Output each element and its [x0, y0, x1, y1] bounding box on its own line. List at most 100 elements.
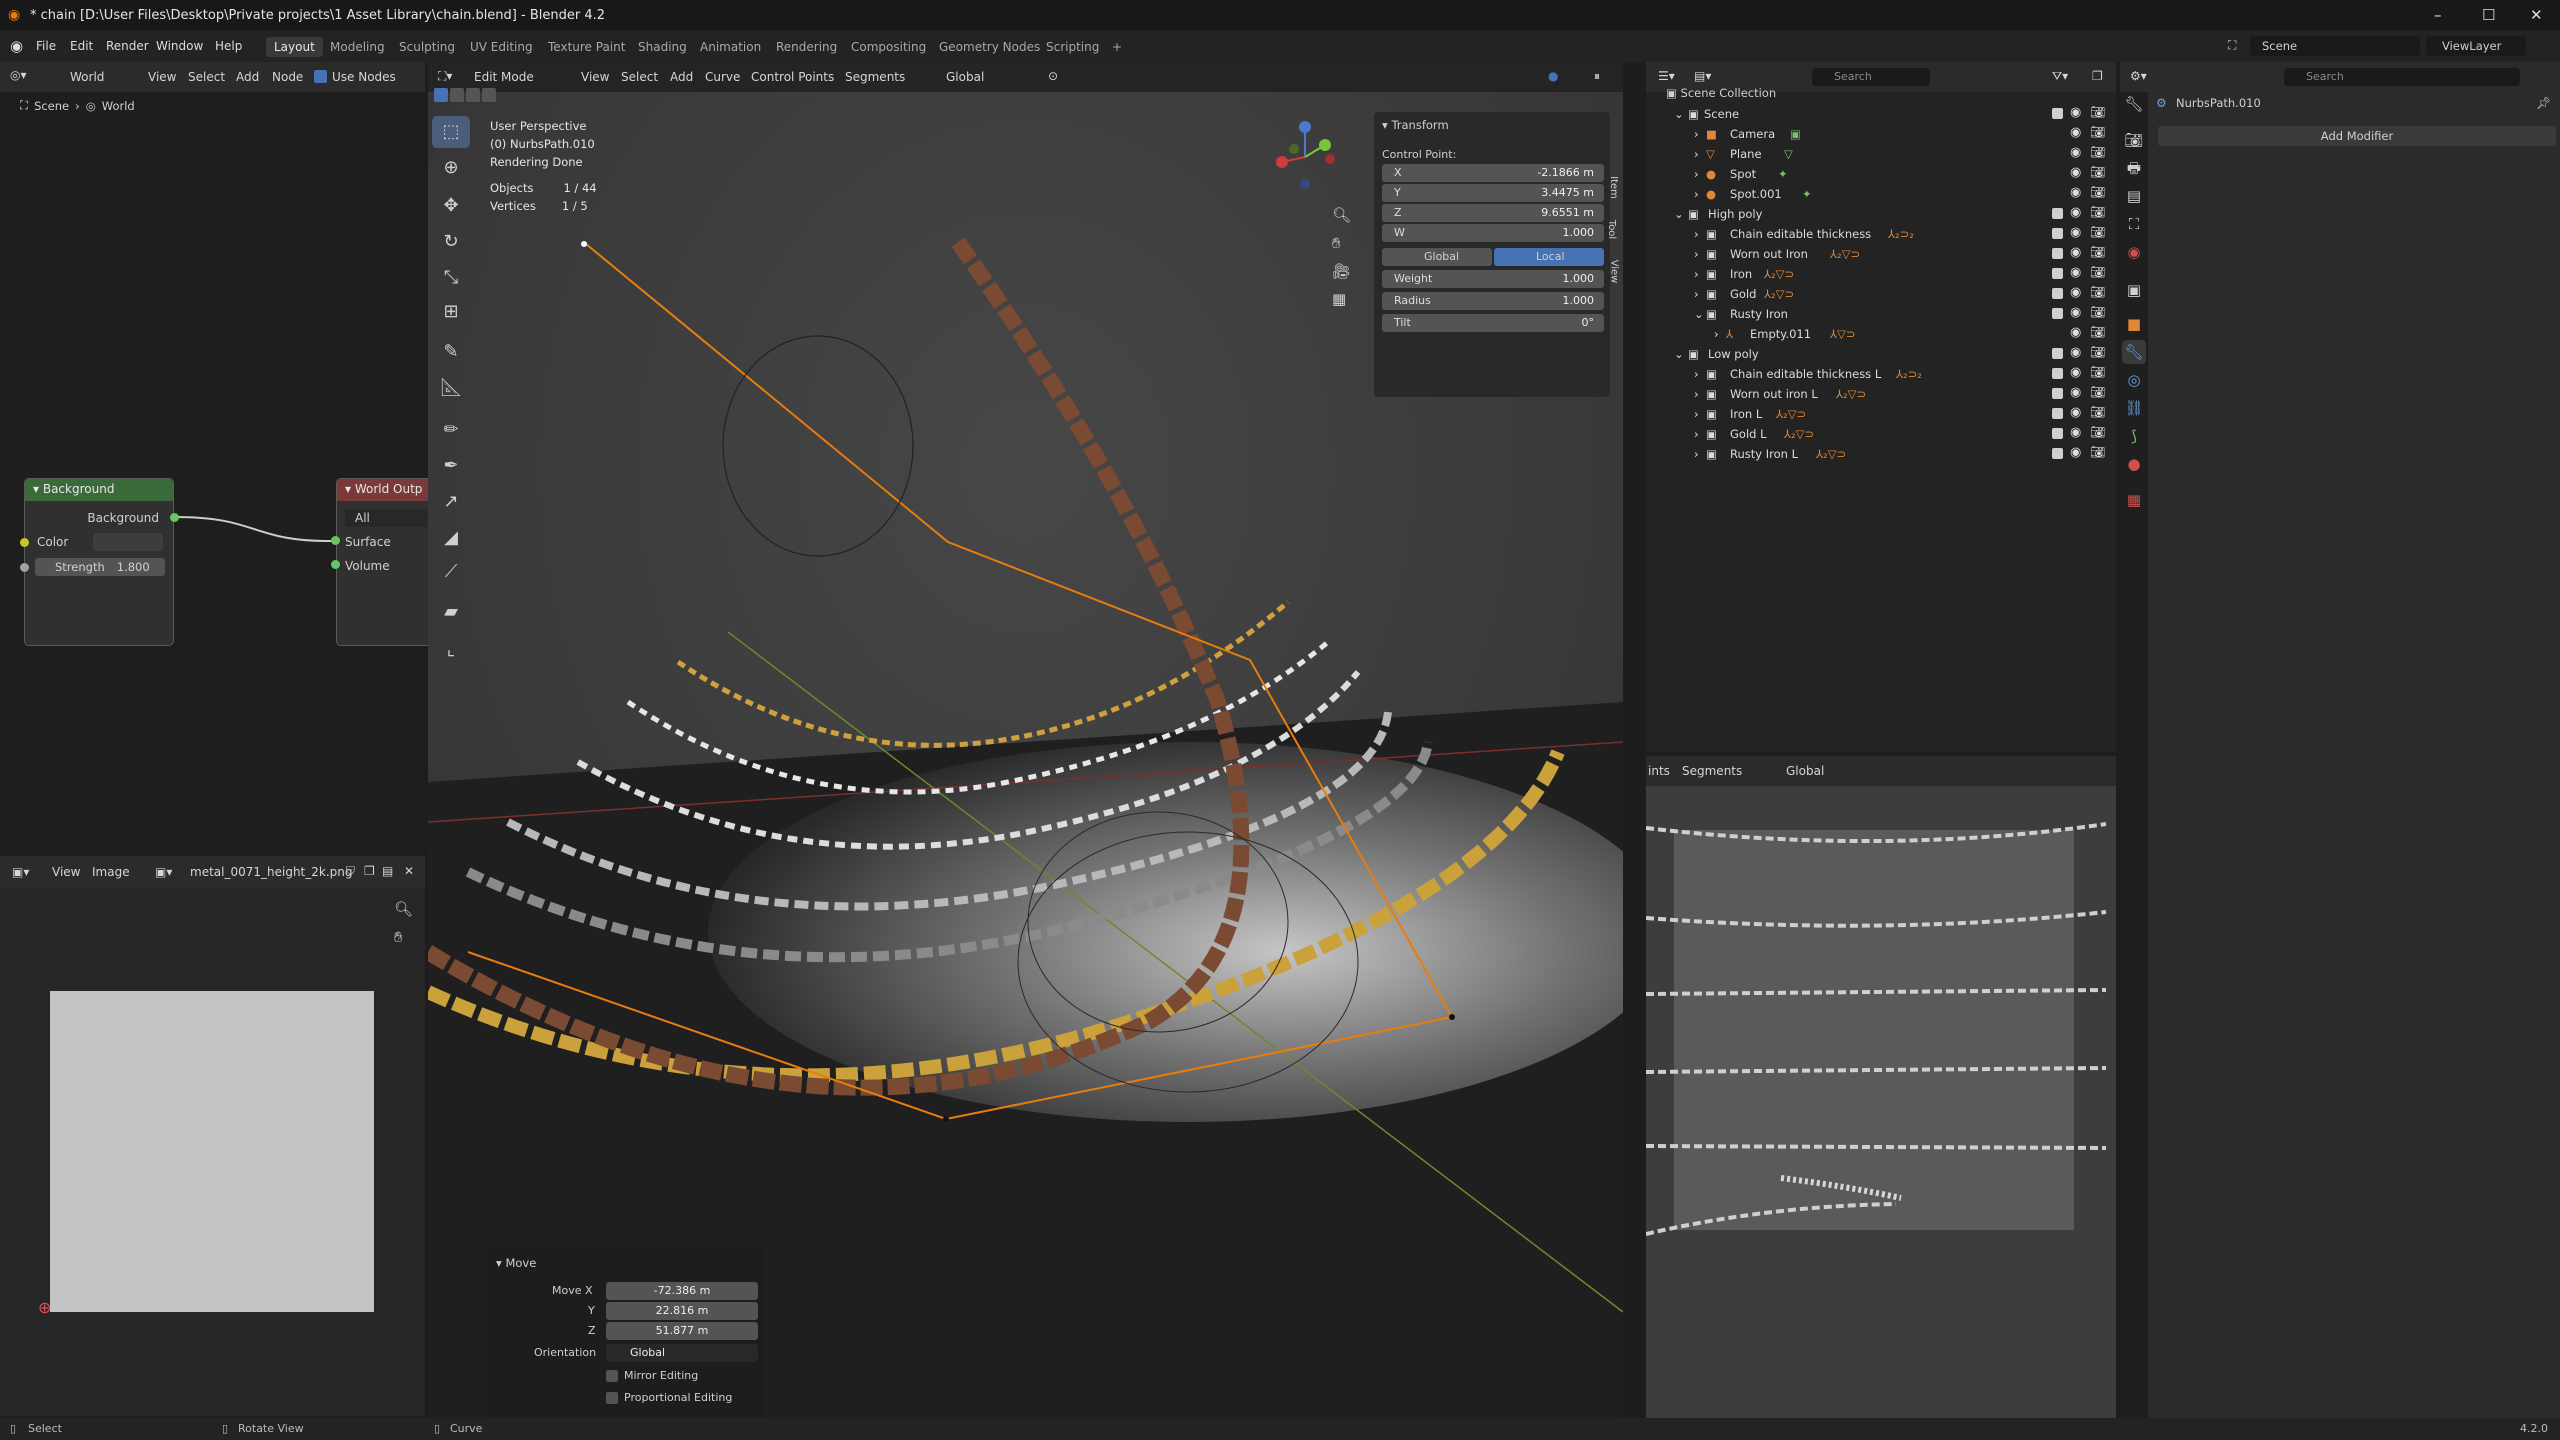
- add-modifier-button[interactable]: Add Modifier: [2158, 126, 2556, 146]
- chevron-right-icon[interactable]: ›: [1694, 367, 1699, 381]
- mode-dropdown[interactable]: Edit Mode: [474, 70, 534, 84]
- render-icon[interactable]: 📷︎: [2090, 145, 2105, 159]
- render-icon[interactable]: 📷︎: [2090, 445, 2105, 459]
- move-x-field[interactable]: -72.386 m: [606, 1282, 758, 1300]
- include-checkbox[interactable]: [2052, 108, 2063, 119]
- texture-tab-icon[interactable]: ▦: [2122, 488, 2146, 512]
- eye-icon[interactable]: ◉: [2070, 185, 2081, 200]
- menu-help[interactable]: Help: [215, 39, 242, 53]
- render-icon[interactable]: 📷︎: [2090, 185, 2105, 199]
- menu-file[interactable]: File: [36, 39, 56, 53]
- display-mode-icon[interactable]: ▤▾: [1694, 69, 1711, 83]
- chevron-right-icon[interactable]: ›: [1694, 427, 1699, 441]
- transform-tool[interactable]: ⊞: [432, 296, 470, 328]
- tool-tab-icon[interactable]: 🔧︎: [2122, 92, 2146, 116]
- editor-type-icon[interactable]: ⚙▾: [2130, 69, 2147, 83]
- tilt-field[interactable]: Tilt 0°: [1382, 314, 1604, 332]
- chevron-down-icon[interactable]: ⌄: [1674, 347, 1684, 361]
- outliner-row-empty-011[interactable]: › ⅄ Empty.011 ⅄▽⊃ ◉ 📷︎: [1660, 324, 2120, 344]
- eye-icon[interactable]: ◉: [2070, 385, 2081, 400]
- volume-socket[interactable]: [331, 560, 340, 569]
- weight-field[interactable]: Weight 1.000: [1382, 270, 1604, 288]
- shading-solid-icon[interactable]: ●: [1548, 69, 1558, 83]
- camera-view-icon[interactable]: 🎥︎: [1332, 262, 1351, 280]
- background-node[interactable]: ▾ Background Background Color Strength 1.…: [24, 478, 174, 646]
- tab-view[interactable]: View: [1608, 260, 1619, 284]
- pen-tool[interactable]: ✒: [432, 450, 470, 482]
- close-icon[interactable]: ✕: [404, 864, 414, 878]
- minimize-button[interactable]: –: [2434, 6, 2442, 24]
- render-icon[interactable]: 📷︎: [2090, 165, 2105, 179]
- chevron-right-icon[interactable]: ›: [1694, 387, 1699, 401]
- chevron-right-icon[interactable]: ›: [1714, 327, 1719, 341]
- image-editor[interactable]: ▣▾ View Image ▣▾ metal_0071_height_2k.pn…: [0, 856, 425, 1416]
- chevron-right-icon[interactable]: ›: [1694, 407, 1699, 421]
- eye-icon[interactable]: ◉: [2070, 105, 2081, 120]
- tab-animation[interactable]: Animation: [692, 37, 769, 57]
- eye-icon[interactable]: ◉: [2070, 345, 2081, 360]
- cursor-tool[interactable]: ⊕: [432, 152, 470, 184]
- control-point-z-field[interactable]: Z 9.6551 m: [1382, 204, 1604, 222]
- 3d-viewport[interactable]: ⛶▾ Edit Mode View Select Add Curve Contr…: [428, 62, 1623, 1418]
- world-output-node[interactable]: ▾ World Outp All Surface Volume: [336, 478, 436, 646]
- eye-icon[interactable]: ◉: [2070, 125, 2081, 140]
- include-checkbox[interactable]: [2052, 288, 2063, 299]
- world-tab-icon[interactable]: ◉: [2122, 240, 2146, 264]
- render-tab-icon[interactable]: 📷︎: [2122, 128, 2146, 152]
- scale-tool[interactable]: ⤡: [432, 262, 470, 294]
- tab-compositing[interactable]: Compositing: [843, 37, 934, 57]
- outliner-row-spot[interactable]: › ● Spot ✦ ◉ 📷︎: [1660, 164, 2120, 184]
- tab-sculpting[interactable]: Sculpting: [391, 37, 463, 57]
- editor-type-icon[interactable]: ▣▾: [12, 865, 29, 879]
- control-point-y-field[interactable]: Y 3.4475 m: [1382, 184, 1604, 202]
- outliner-row-gold-l[interactable]: › ▣ Gold L ⅄₂▽⊃ ◉ 📷︎: [1660, 424, 2120, 444]
- render-icon[interactable]: 📷︎: [2090, 105, 2105, 119]
- color-socket[interactable]: [20, 538, 29, 547]
- render-icon[interactable]: 📷︎: [2090, 325, 2105, 339]
- outliner-row-scene[interactable]: ⌄ ▣ Scene ◉ 📷︎: [1660, 104, 2120, 124]
- include-checkbox[interactable]: [2052, 208, 2063, 219]
- menu-render[interactable]: Render: [106, 39, 149, 53]
- menu-view[interactable]: View: [52, 865, 80, 879]
- collapse-icon[interactable]: ▾: [345, 482, 355, 496]
- chevron-down-icon[interactable]: ⌄: [1674, 207, 1684, 221]
- tab-modeling[interactable]: Modeling: [322, 37, 393, 57]
- constraints-tab-icon[interactable]: ⛓︎: [2122, 396, 2146, 420]
- hand-icon[interactable]: ✋︎: [394, 928, 403, 946]
- outliner-row-camera[interactable]: › ■ Camera ▣ ◉ 📷︎: [1660, 124, 2120, 144]
- eye-icon[interactable]: ◉: [2070, 445, 2081, 460]
- eye-icon[interactable]: ◉: [2070, 365, 2081, 380]
- menu-control-points[interactable]: Control Points: [751, 70, 834, 84]
- eye-icon[interactable]: ◉: [2070, 145, 2081, 160]
- chevron-right-icon[interactable]: ›: [1694, 287, 1699, 301]
- orientation-dropdown[interactable]: Global: [1786, 764, 1824, 778]
- outliner-row-chain-editable-thickness-l[interactable]: › ▣ Chain editable thickness L ⅄₂⊃₂ ◉ 📷︎: [1660, 364, 2120, 384]
- properties-editor[interactable]: ⚙▾ 🔍︎ Search ⚙ NurbsPath.010 📌︎ Add Modi…: [2120, 62, 2560, 1418]
- include-checkbox[interactable]: [2052, 368, 2063, 379]
- annotate-tool[interactable]: ✎: [432, 336, 470, 368]
- tab-geometry-nodes[interactable]: Geometry Nodes: [931, 37, 1048, 57]
- close-button[interactable]: ✕: [2530, 6, 2543, 24]
- maximize-button[interactable]: ☐: [2482, 6, 2495, 24]
- outliner-row-chain-editable-thickness[interactable]: › ▣ Chain editable thickness ⅄₂⊃₂ ◉ 📷︎: [1660, 224, 2120, 244]
- rotate-tool[interactable]: ↻: [432, 226, 470, 258]
- chevron-right-icon[interactable]: ›: [1694, 247, 1699, 261]
- outliner-row-low-poly[interactable]: ⌄ ▣ Low poly ◉ 📷︎: [1660, 344, 2120, 364]
- menu-image[interactable]: Image: [92, 865, 130, 879]
- strength-socket[interactable]: [20, 563, 29, 572]
- chevron-right-icon[interactable]: ›: [1694, 127, 1699, 141]
- include-checkbox[interactable]: [2052, 268, 2063, 279]
- menu-view[interactable]: View: [581, 70, 609, 84]
- include-checkbox[interactable]: [2052, 228, 2063, 239]
- eye-icon[interactable]: ◉: [2070, 425, 2081, 440]
- blender-menu-icon[interactable]: ◉: [10, 37, 23, 55]
- viewlayer-selector[interactable]: ViewLayer: [2426, 36, 2526, 56]
- outliner-row-iron-l[interactable]: › ▣ Iron L ⅄₂▽⊃ ◉ 📷︎: [1660, 404, 2120, 424]
- render-icon[interactable]: 📷︎: [2090, 405, 2105, 419]
- chevron-right-icon[interactable]: ›: [1694, 167, 1699, 181]
- outliner-row-rusty-iron-l[interactable]: › ▣ Rusty Iron L ⅄₂▽⊃ ◉ 📷︎: [1660, 444, 2120, 464]
- shear-tool[interactable]: ⌞: [432, 634, 470, 666]
- chevron-right-icon[interactable]: ›: [1694, 227, 1699, 241]
- proportional-editing-checkbox[interactable]: [606, 1392, 618, 1404]
- menu-segments[interactable]: Segments: [1682, 764, 1742, 778]
